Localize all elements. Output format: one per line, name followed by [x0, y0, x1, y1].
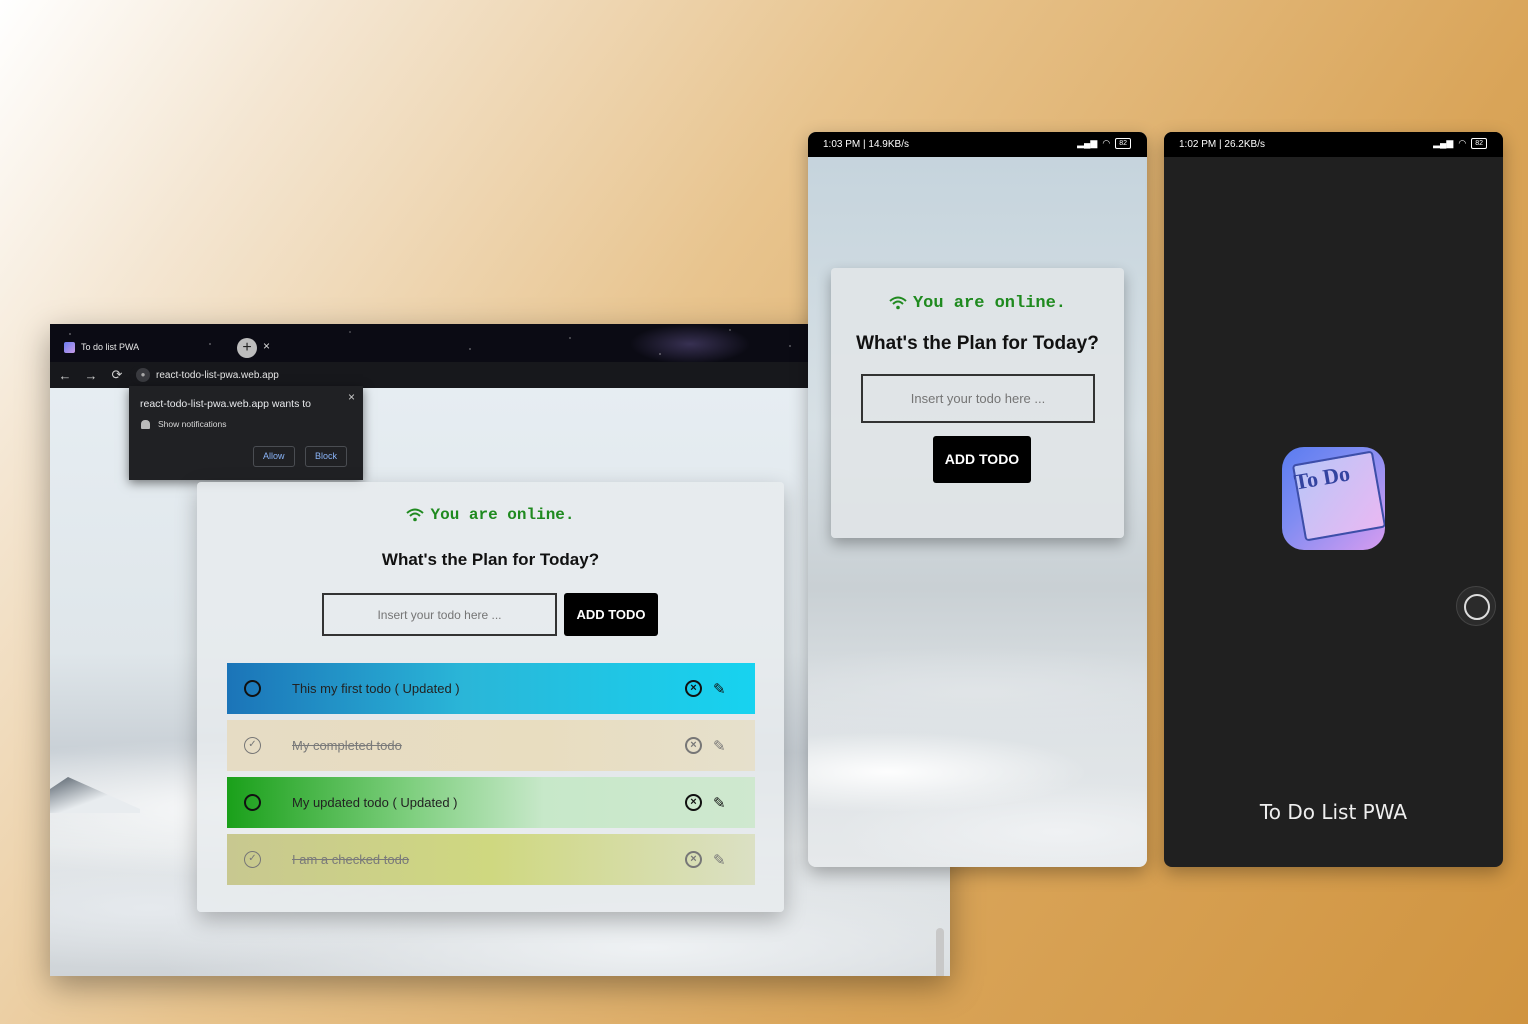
- page-title: What's the Plan for Today?: [856, 333, 1099, 354]
- notification-permission-popup: react-todo-list-pwa.web.app wants to × S…: [129, 386, 363, 480]
- forward-icon[interactable]: →: [80, 368, 102, 383]
- status-time: 1:02 PM | 26.2KB/s: [1179, 139, 1265, 150]
- address-url: react-todo-list-pwa.web.app: [156, 369, 279, 381]
- status-bar: 1:02 PM | 26.2KB/s ▂▄▆ ◠ 82: [1164, 132, 1503, 157]
- online-status: You are online.: [831, 294, 1124, 313]
- notification-permission-row: Show notifications: [141, 419, 227, 429]
- status-bar: 1:03 PM | 14.9KB/s ▂▄▆ ◠ 82: [808, 132, 1147, 157]
- todo-card: You are online. What's the Plan for Toda…: [197, 482, 784, 912]
- online-status: You are online.: [197, 506, 784, 524]
- todo-input[interactable]: [861, 374, 1095, 423]
- todo-text[interactable]: My completed todo: [292, 738, 402, 753]
- tab-title: To do list PWA: [81, 342, 140, 352]
- todo-input[interactable]: [322, 593, 557, 636]
- mountain-peak: [50, 777, 140, 813]
- lock-icon[interactable]: ●: [136, 368, 150, 382]
- signal-icon: ▂▄▆: [1077, 138, 1098, 148]
- online-status-text: You are online.: [912, 294, 1067, 313]
- phone-app-screen: 1:03 PM | 14.9KB/s ▂▄▆ ◠ 82 You are onli…: [808, 132, 1147, 867]
- splash-app-name: To Do List PWA: [1259, 800, 1408, 824]
- page-scrollbar[interactable]: [936, 928, 944, 976]
- close-tab-icon[interactable]: ×: [263, 339, 270, 353]
- floating-home-button[interactable]: [1456, 586, 1496, 626]
- battery-icon: 82: [1471, 138, 1487, 149]
- incomplete-circle-icon[interactable]: [244, 680, 261, 697]
- new-tab-button[interactable]: +: [237, 338, 257, 358]
- incomplete-circle-icon[interactable]: [244, 794, 261, 811]
- todo-text[interactable]: My updated todo ( Updated ): [292, 795, 458, 810]
- phone-splash-screen: 1:02 PM | 26.2KB/s ▂▄▆ ◠ 82 To Do To Do …: [1164, 132, 1503, 867]
- check-circle-icon[interactable]: ✓: [244, 737, 261, 754]
- allow-button[interactable]: Allow: [253, 446, 295, 467]
- delete-icon[interactable]: ×: [685, 680, 702, 697]
- delete-icon[interactable]: ×: [685, 737, 702, 754]
- todo-item[interactable]: ✓ I am a checked todo × ✎: [227, 834, 755, 885]
- address-bar[interactable]: ● react-todo-list-pwa.web.app: [130, 365, 820, 385]
- todo-item[interactable]: ✓ My completed todo × ✎: [227, 720, 755, 771]
- signal-icon: ▂▄▆: [1433, 138, 1454, 148]
- bell-icon: [141, 419, 150, 429]
- add-todo-button[interactable]: ADD TODO: [933, 436, 1031, 483]
- page-title: What's the Plan for Today?: [381, 550, 600, 569]
- wifi-icon: [889, 296, 907, 309]
- todo-item[interactable]: My updated todo ( Updated ) × ✎: [227, 777, 755, 828]
- check-circle-icon[interactable]: ✓: [244, 851, 261, 868]
- wifi-status-icon: ◠: [1102, 138, 1111, 148]
- delete-icon[interactable]: ×: [685, 794, 702, 811]
- edit-icon[interactable]: ✎: [713, 737, 726, 755]
- edit-icon[interactable]: ✎: [713, 851, 726, 869]
- notification-permission-label: Show notifications: [158, 419, 227, 429]
- add-todo-button[interactable]: ADD TODO: [564, 593, 658, 636]
- battery-icon: 82: [1115, 138, 1131, 149]
- app-logo-icon: To Do: [1282, 447, 1385, 550]
- block-button[interactable]: Block: [305, 446, 348, 467]
- todo-text[interactable]: I am a checked todo: [292, 852, 409, 867]
- status-icons: ▂▄▆ ◠ 82: [1433, 138, 1487, 149]
- browser-tab[interactable]: To do list PWA ×: [58, 334, 270, 360]
- todo-card-mobile: You are online. What's the Plan for Toda…: [831, 268, 1124, 538]
- online-status-text: You are online.: [430, 506, 575, 524]
- reload-icon[interactable]: ⟳: [106, 367, 128, 383]
- close-icon[interactable]: ×: [348, 390, 355, 404]
- edit-icon[interactable]: ✎: [713, 794, 726, 812]
- status-time: 1:03 PM | 14.9KB/s: [823, 139, 909, 150]
- todo-text[interactable]: This my first todo ( Updated ): [292, 681, 460, 696]
- wifi-status-icon: ◠: [1458, 138, 1467, 148]
- status-icons: ▂▄▆ ◠ 82: [1077, 138, 1131, 149]
- delete-icon[interactable]: ×: [685, 851, 702, 868]
- edit-icon[interactable]: ✎: [713, 680, 726, 698]
- todo-item[interactable]: This my first todo ( Updated ) × ✎: [227, 663, 755, 714]
- notification-title: react-todo-list-pwa.web.app wants to: [140, 398, 311, 410]
- back-icon[interactable]: ←: [54, 368, 76, 383]
- app-favicon-icon: [64, 341, 75, 353]
- wifi-icon: [406, 508, 425, 522]
